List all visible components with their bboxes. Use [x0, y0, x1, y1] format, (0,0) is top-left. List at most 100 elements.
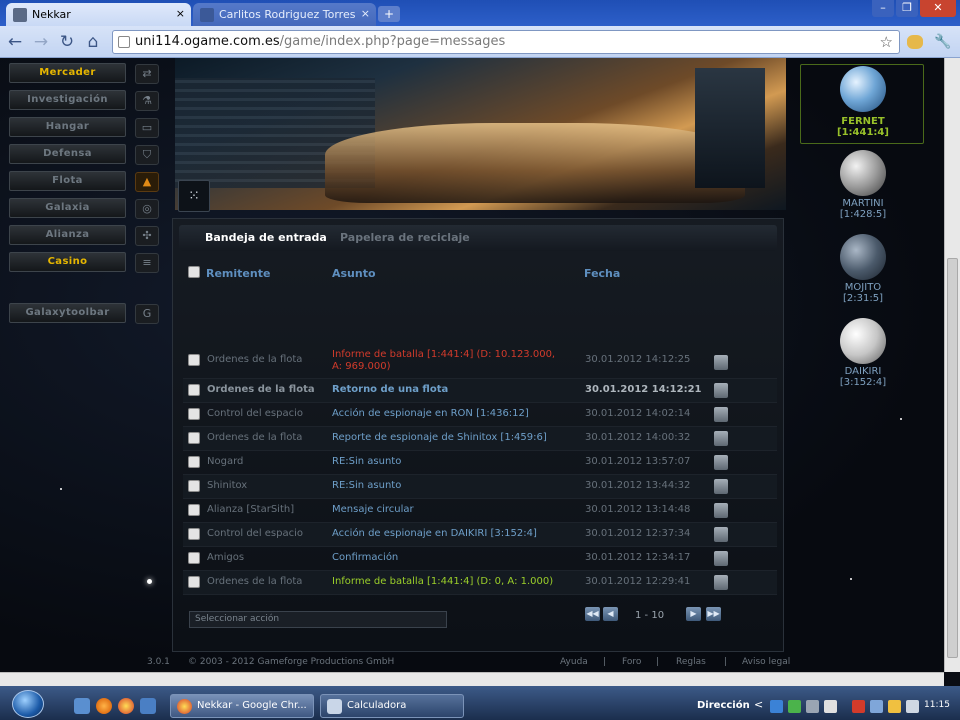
- message-row[interactable]: Control del espacio Acción de espionaje …: [183, 523, 777, 547]
- column-header-subject[interactable]: Asunto: [332, 267, 376, 280]
- message-checkbox[interactable]: [188, 480, 200, 492]
- firefox-icon[interactable]: [96, 698, 112, 714]
- message-checkbox[interactable]: [188, 576, 200, 588]
- message-row[interactable]: Shinitox RE:Sin asunto 30.01.2012 13:44:…: [183, 475, 777, 499]
- select-all-checkbox[interactable]: [188, 266, 200, 278]
- chrome-icon[interactable]: [118, 698, 134, 714]
- tray-expand-icon[interactable]: <: [754, 698, 763, 711]
- tray-icon[interactable]: [770, 700, 783, 713]
- message-checkbox[interactable]: [188, 504, 200, 516]
- extension-icon[interactable]: [907, 35, 923, 49]
- tab-inbox[interactable]: Bandeja de entrada: [205, 231, 327, 244]
- clock[interactable]: 11:15: [924, 700, 950, 710]
- menu-casino[interactable]: Casino: [9, 252, 126, 272]
- message-checkbox[interactable]: [188, 552, 200, 564]
- close-window-icon[interactable]: ✕: [920, 0, 956, 17]
- message-row[interactable]: Ordenes de la flota Retorno de una flota…: [183, 379, 777, 403]
- message-row[interactable]: Ordenes de la flota Informe de batalla […: [183, 347, 777, 379]
- tray-network-icon[interactable]: [870, 700, 883, 713]
- menu-hangar[interactable]: Hangar: [9, 117, 126, 137]
- message-sender[interactable]: Control del espacio: [207, 408, 303, 419]
- message-subject[interactable]: Acción de espionaje en DAIKIRI [3:152:4]: [332, 528, 537, 539]
- menu-galaxytoolbar[interactable]: Galaxytoolbar: [9, 303, 126, 323]
- message-subject[interactable]: Informe de batalla [1:441:4] (D: 10.123.…: [332, 349, 555, 360]
- planet-fernet-icon[interactable]: [840, 66, 886, 112]
- new-tab-button[interactable]: +: [378, 6, 400, 22]
- home-icon[interactable]: ⌂: [82, 31, 104, 53]
- trash-icon[interactable]: [714, 431, 728, 446]
- trash-icon[interactable]: [714, 527, 728, 542]
- column-header-sender[interactable]: Remitente: [206, 267, 270, 280]
- trash-icon[interactable]: [714, 503, 728, 518]
- next-page-button[interactable]: ▶: [686, 607, 701, 621]
- show-desktop-icon[interactable]: [74, 698, 90, 714]
- tray-icon[interactable]: [824, 700, 837, 713]
- message-sender[interactable]: Ordenes de la flota: [207, 354, 302, 365]
- menu-defensa[interactable]: Defensa: [9, 144, 126, 164]
- research-icon[interactable]: ⚗: [135, 91, 159, 111]
- message-subject[interactable]: Acción de espionaje en RON [1:436:12]: [332, 408, 529, 419]
- footer-link-help[interactable]: Ayuda: [560, 657, 588, 667]
- defense-icon[interactable]: ⛉: [135, 145, 159, 165]
- quicklaunch-icon[interactable]: [140, 698, 156, 714]
- trash-icon[interactable]: [714, 407, 728, 422]
- trash-icon[interactable]: [714, 479, 728, 494]
- message-subject[interactable]: RE:Sin asunto: [332, 480, 401, 491]
- vertical-scrollbar[interactable]: [944, 58, 960, 672]
- reload-icon[interactable]: ↻: [56, 31, 78, 53]
- message-subject[interactable]: Reporte de espionaje de Shinitox [1:459:…: [332, 432, 547, 443]
- alliance-icon[interactable]: ✣: [135, 226, 159, 246]
- tray-icon[interactable]: [806, 700, 819, 713]
- browser-tab-nekkar[interactable]: Nekkar ×: [6, 3, 191, 26]
- footer-link-forum[interactable]: Foro: [622, 657, 641, 667]
- minimize-icon[interactable]: –: [872, 0, 894, 17]
- message-checkbox[interactable]: [188, 456, 200, 468]
- message-sender[interactable]: Ordenes de la flota: [207, 576, 302, 587]
- menu-alianza[interactable]: Alianza: [9, 225, 126, 245]
- message-row[interactable]: Amigos Confirmación 30.01.2012 12:34:17: [183, 547, 777, 571]
- message-subject[interactable]: Confirmación: [332, 552, 398, 563]
- trader-icon[interactable]: ⇄: [135, 64, 159, 84]
- address-bar[interactable]: uni114.ogame.com.es/game/index.php?page=…: [112, 30, 900, 54]
- message-sender[interactable]: Shinitox: [207, 480, 247, 491]
- tray-icon[interactable]: [888, 700, 901, 713]
- last-page-button[interactable]: ▶▶: [706, 607, 721, 621]
- trash-icon[interactable]: [714, 575, 728, 590]
- shipyard-icon[interactable]: ▭: [135, 118, 159, 138]
- browser-tab-facebook[interactable]: Carlitos Rodriguez Torres ×: [193, 3, 376, 26]
- message-subject[interactable]: Retorno de una flota: [332, 384, 448, 395]
- column-header-date[interactable]: Fecha: [584, 267, 620, 280]
- taskbar-chrome-window[interactable]: Nekkar - Google Chr...: [170, 694, 314, 718]
- action-select[interactable]: Seleccionar acción: [189, 611, 447, 628]
- message-sender[interactable]: Control del espacio: [207, 528, 303, 539]
- close-tab-icon[interactable]: ×: [176, 7, 185, 20]
- tab-trash[interactable]: Papelera de reciclaje: [340, 231, 470, 244]
- trash-icon[interactable]: [714, 383, 728, 398]
- message-checkbox[interactable]: [188, 432, 200, 444]
- trash-icon[interactable]: [714, 455, 728, 470]
- message-subject-cont[interactable]: A: 969.000): [332, 361, 390, 372]
- footer-link-rules[interactable]: Reglas: [676, 657, 706, 667]
- forward-icon[interactable]: →: [30, 31, 52, 53]
- planet-options-icon[interactable]: ⁙: [178, 180, 210, 212]
- footer-link-legal[interactable]: Aviso legal: [742, 657, 790, 667]
- prev-page-button[interactable]: ◀: [603, 607, 618, 621]
- galaxy-icon[interactable]: ◎: [135, 199, 159, 219]
- horizontal-scrollbar[interactable]: [0, 672, 944, 686]
- tray-antivirus-icon[interactable]: [852, 700, 865, 713]
- casino-icon[interactable]: ≡: [135, 253, 159, 273]
- wrench-icon[interactable]: 🔧: [932, 31, 954, 53]
- address-toolbar-label[interactable]: Dirección: [697, 700, 750, 711]
- message-row[interactable]: Control del espacio Acción de espionaje …: [183, 403, 777, 427]
- back-icon[interactable]: ←: [4, 31, 26, 53]
- tray-icon[interactable]: [788, 700, 801, 713]
- message-checkbox[interactable]: [188, 528, 200, 540]
- message-row[interactable]: Alianza [StarSith] Mensaje circular 30.0…: [183, 499, 777, 523]
- fleet-alert-icon[interactable]: ▲: [135, 172, 159, 192]
- close-tab-icon[interactable]: ×: [361, 7, 370, 20]
- scrollbar-thumb[interactable]: [947, 258, 958, 658]
- menu-investigacion[interactable]: Investigación: [9, 90, 126, 110]
- message-checkbox[interactable]: [188, 384, 200, 396]
- menu-mercader[interactable]: Mercader: [9, 63, 126, 83]
- restore-icon[interactable]: ❐: [896, 0, 918, 17]
